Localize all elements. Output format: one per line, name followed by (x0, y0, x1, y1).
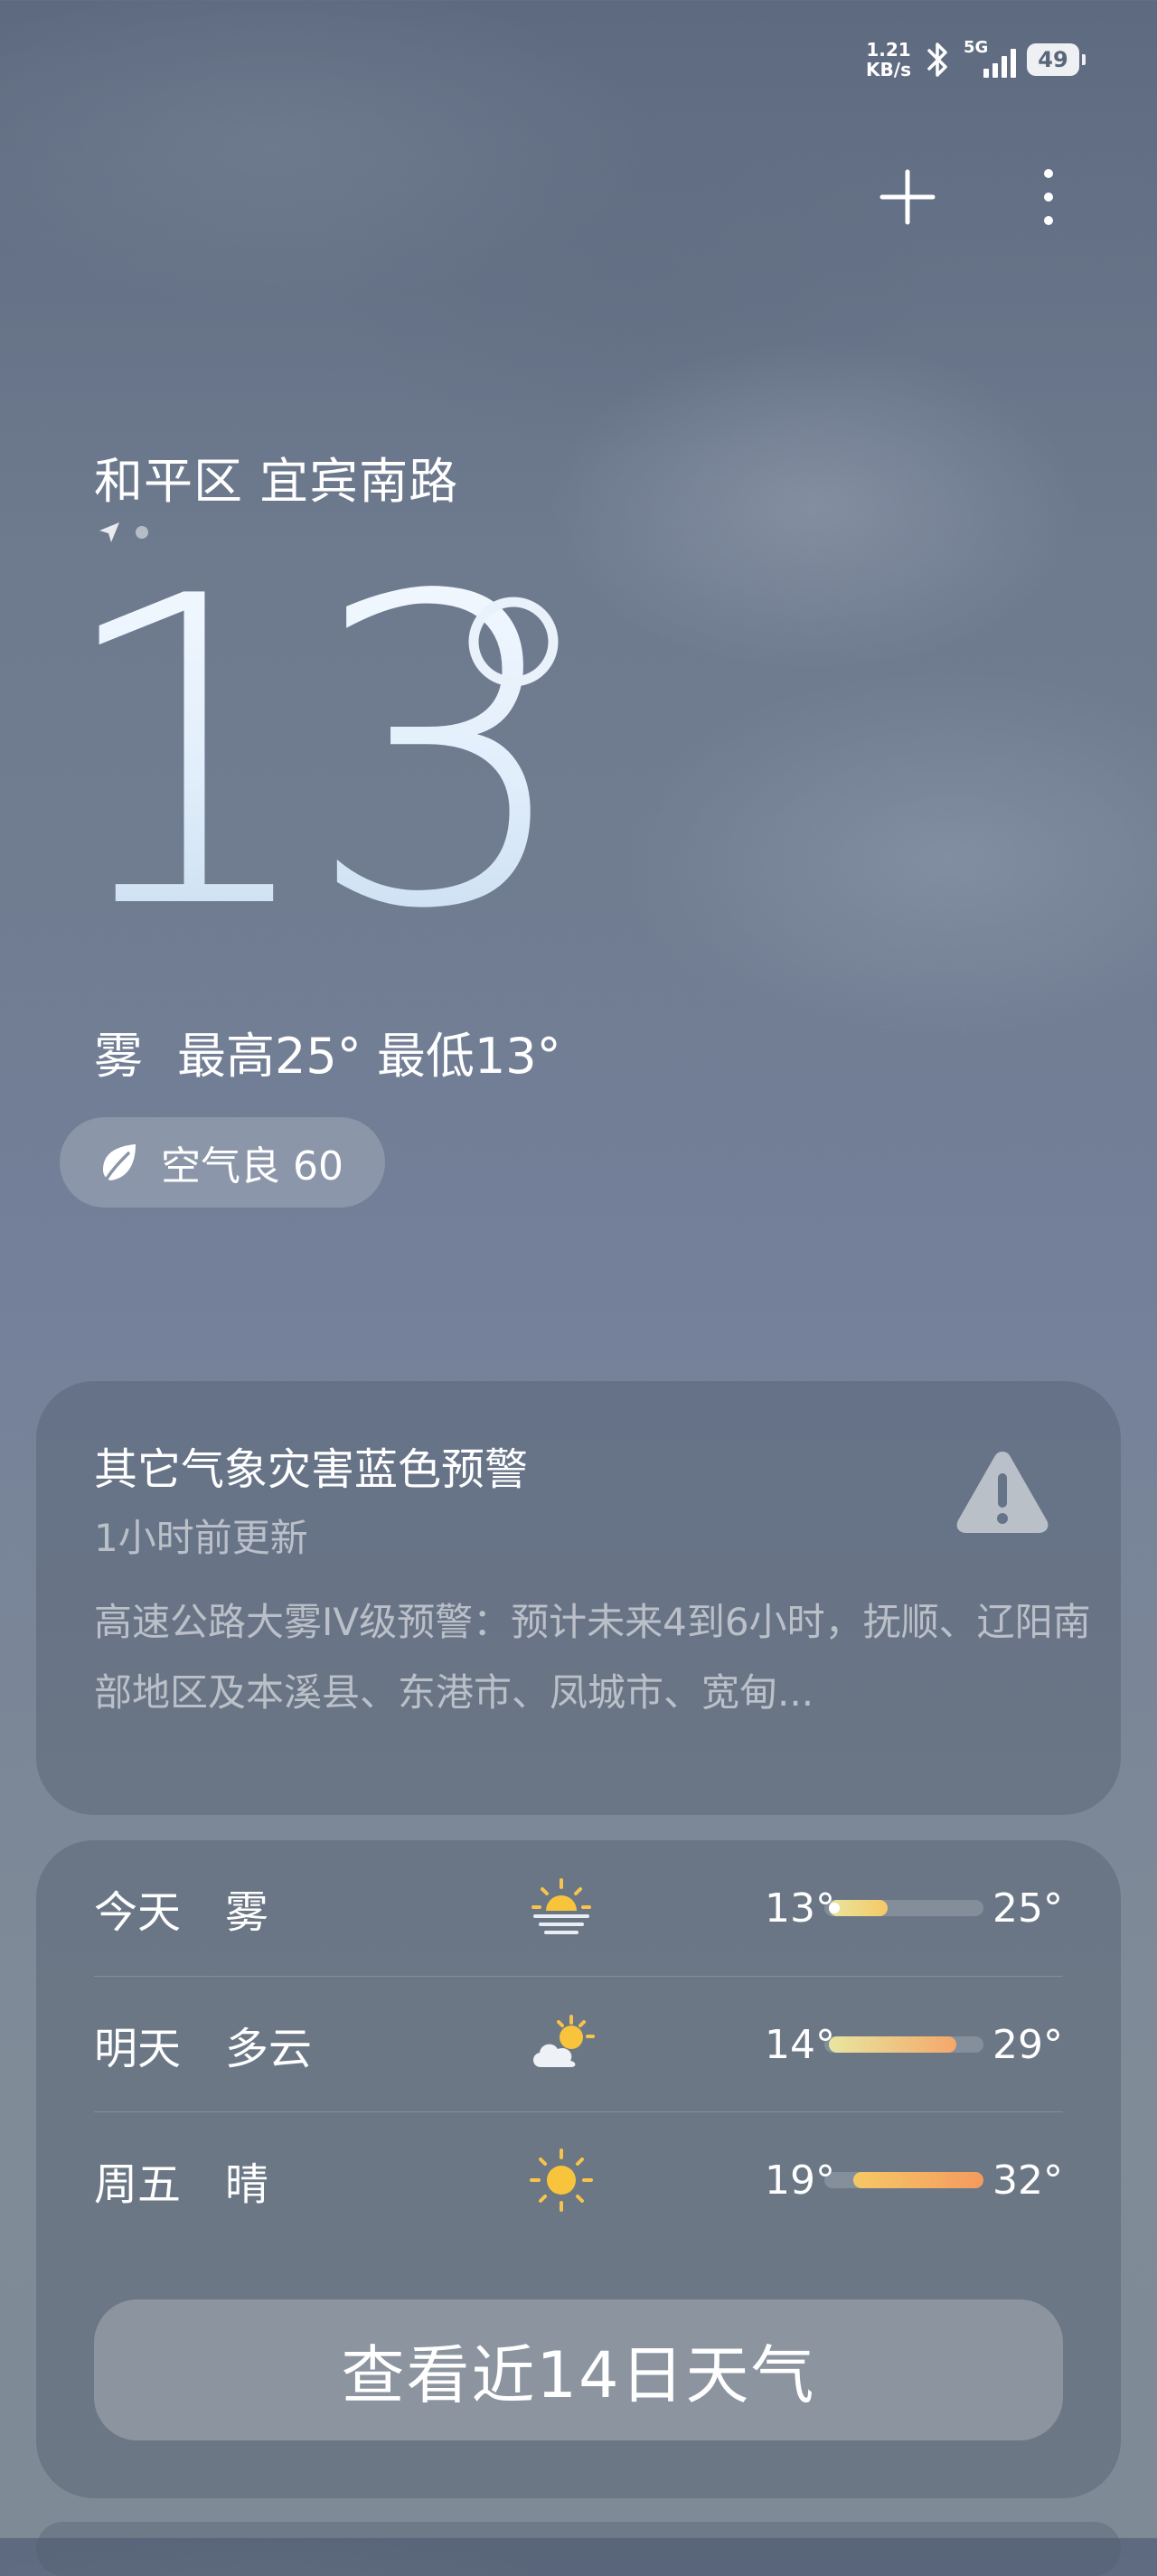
air-quality-label: 空气良 60 (161, 1143, 343, 1189)
forecast-condition: 多云 (225, 2024, 313, 2074)
forecast-high: 29° (992, 2021, 1063, 2068)
battery-icon: 49 (1027, 43, 1086, 76)
temperature-range-fill (829, 2036, 957, 2053)
forecast-day: 周五 (94, 2159, 182, 2210)
forecast-day: 明天 (94, 2024, 182, 2074)
forecast-row[interactable]: 周五 晴 19° 32° (94, 2111, 1063, 2248)
forecast-condition: 雾 (225, 1887, 269, 1938)
more-options-button[interactable] (1020, 168, 1077, 226)
condition-text: 雾 (94, 1028, 143, 1085)
high-low-text: 最高25° 最低13° (177, 1028, 561, 1085)
next-card (36, 2522, 1121, 2576)
more-vertical-icon (1044, 169, 1053, 225)
forecast-row[interactable]: 明天 多云 14° 29° (94, 1976, 1063, 2112)
forecast-day: 今天 (94, 1887, 182, 1938)
forecast-high: 25° (992, 1885, 1063, 1932)
partly-cloudy-icon (532, 2015, 595, 2067)
forecast-low: 19° (765, 2157, 835, 2204)
warning-triangle-icon (956, 1452, 1049, 1533)
view-14-day-button[interactable]: 查看近14日天气 (94, 2299, 1063, 2440)
location-title[interactable]: 和平区 宜宾南路 (94, 441, 458, 512)
degree-symbol (468, 597, 559, 687)
bluetooth-icon (927, 42, 947, 77)
leaf-icon (103, 1144, 136, 1180)
forecast-high: 32° (992, 2157, 1063, 2204)
weather-alert-card[interactable]: 其它气象灾害蓝色预警 1小时前更新 高速公路大雾IV级预警：预计未来4到6小时，… (36, 1381, 1121, 1815)
sun-icon (530, 2148, 593, 2212)
alert-updated-time: 1小时前更新 (94, 1516, 308, 1560)
fog-sun-icon (531, 1878, 591, 1934)
status-bar: 1.21 KB/s 5G 49 (866, 33, 1086, 87)
forecast-card: 今天 雾 13° 25° 明天 多云 14° 29° 周五 晴 19° 32° … (36, 1840, 1121, 2498)
forecast-row[interactable]: 今天 雾 13° 25° (94, 1840, 1063, 1976)
forecast-condition: 晴 (225, 2159, 269, 2210)
current-condition: 雾 最高25° 最低13° (94, 1016, 561, 1087)
forecast-low: 13° (765, 1885, 835, 1932)
air-quality-pill[interactable]: 空气良 60 (60, 1117, 385, 1208)
network-speed: 1.21 KB/s (866, 39, 911, 80)
signal-icon: 5G (964, 38, 1016, 80)
add-city-button[interactable] (879, 168, 936, 226)
alert-body: 高速公路大雾IV级预警：预计未来4到6小时，抚顺、辽阳南部地区及本溪县、东港市、… (94, 1600, 1091, 1715)
alert-title: 其它气象灾害蓝色预警 (94, 1444, 529, 1495)
plus-icon (880, 169, 936, 225)
forecast-low: 14° (765, 2021, 835, 2068)
